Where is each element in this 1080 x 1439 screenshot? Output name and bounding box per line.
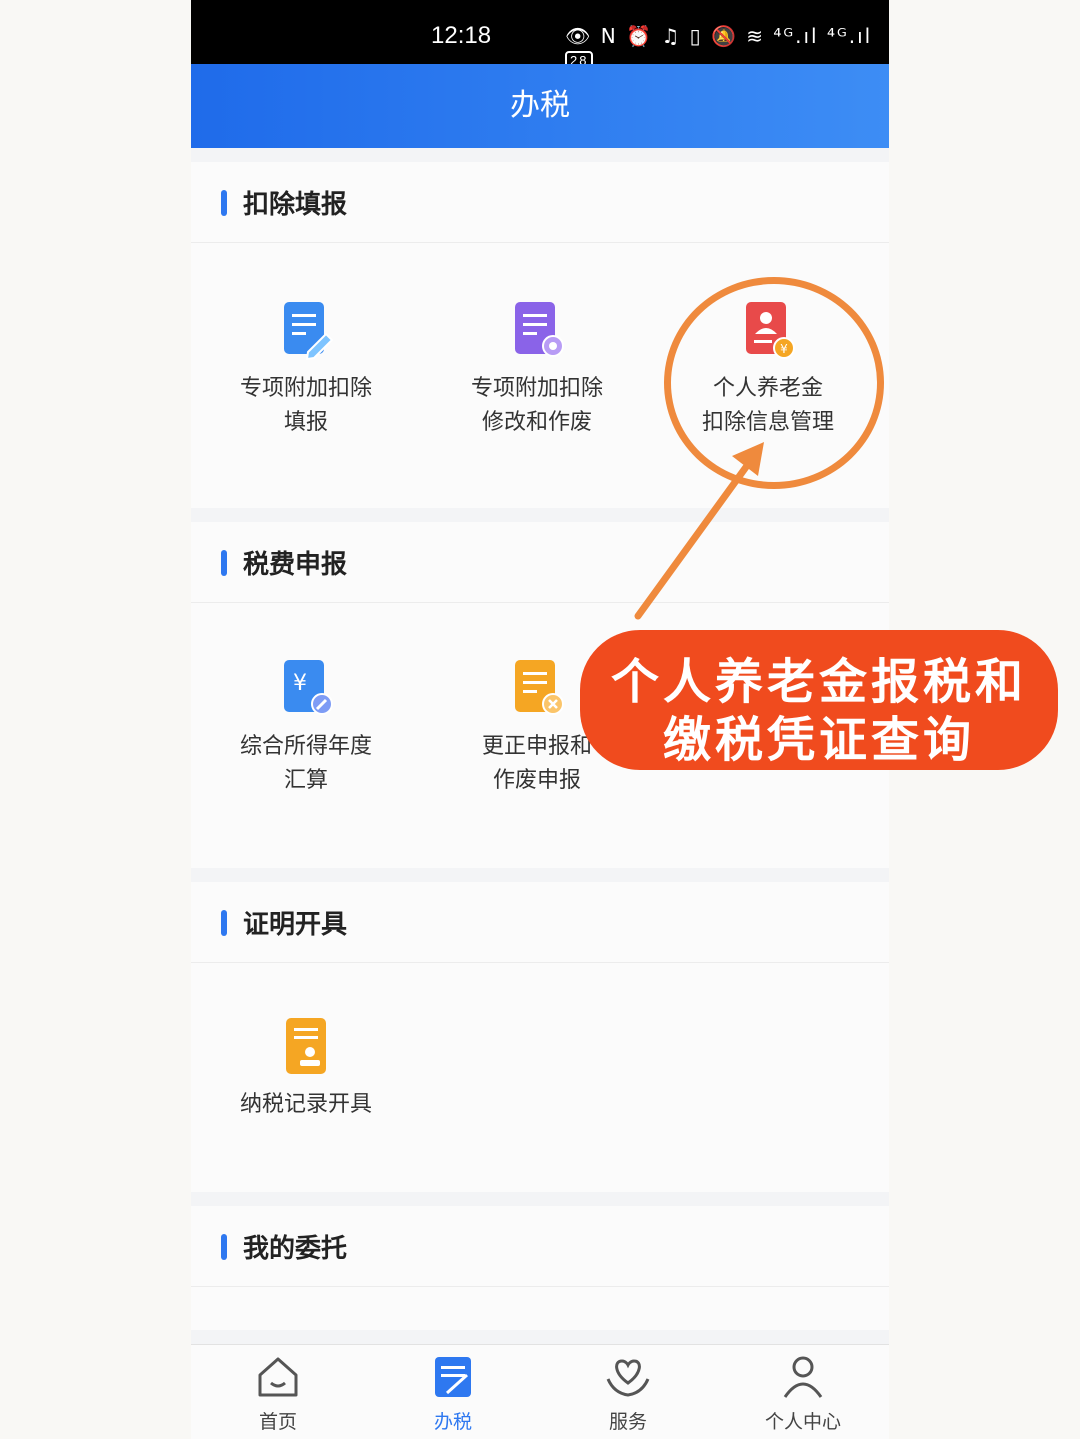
tile-special-deduction-modify[interactable]: 专项附加扣除 修改和作废 (422, 298, 652, 440)
tile-label: 综合所得年度 汇算 (239, 734, 372, 793)
section-header[interactable]: 我的委托 (191, 1206, 889, 1287)
tab-tax[interactable]: 办税 (393, 1353, 513, 1434)
tile-label: 专项附加扣除 填报 (239, 376, 372, 435)
section-accent-bar (221, 550, 227, 576)
tab-home[interactable]: 首页 (218, 1353, 338, 1434)
tab-service[interactable]: 服务 (568, 1353, 688, 1434)
home-icon (258, 1357, 298, 1397)
certificate-icon (276, 1014, 336, 1078)
section-accent-bar (221, 910, 227, 936)
section-certificate: 证明开具 纳税记录开具 (191, 882, 889, 1192)
tab-label: 首页 (258, 1411, 297, 1433)
section-title: 我的委托 (243, 1234, 348, 1264)
bottom-tab-bar: 首页 办税 服务 个人中心 (191, 1344, 889, 1439)
user-icon (783, 1356, 823, 1398)
tax-doc-icon (435, 1357, 471, 1397)
tile-label: 专项附加扣除 修改和作废 (470, 376, 603, 435)
tab-profile[interactable]: 个人中心 (743, 1353, 863, 1434)
tab-label: 服务 (608, 1411, 647, 1433)
document-gear-icon (507, 298, 567, 362)
document-cancel-icon (507, 656, 567, 720)
heart-hands-icon (606, 1359, 650, 1397)
section-title: 税费申报 (243, 550, 348, 580)
tab-label: 个人中心 (764, 1411, 841, 1433)
section-header: 扣除填报 (191, 162, 889, 243)
tab-label: 办税 (433, 1411, 472, 1433)
status-time: 12:18 (431, 22, 492, 49)
tile-special-deduction-fill[interactable]: 专项附加扣除 填报 (191, 298, 421, 440)
page-title: 办税 (191, 64, 889, 148)
status-bar: 12:18 👁 N ⏰ ♫ ▯ 🔕 ≋ ⁴ᴳ.ıl ⁴ᴳ.ıl 28 (191, 0, 889, 71)
section-accent-bar (221, 190, 227, 216)
callout-line-2: 缴税凭证查询 (662, 712, 975, 768)
tile-label: 纳税记录开具 (239, 1092, 372, 1117)
tile-tax-record[interactable]: 纳税记录开具 (191, 1014, 421, 1122)
tile-annual-settlement[interactable]: ¥ 综合所得年度 汇算 (191, 656, 421, 798)
annotation-arrow (634, 442, 764, 620)
section-title: 证明开具 (243, 910, 348, 940)
document-edit-icon (276, 298, 336, 362)
status-icon-row: 👁 N ⏰ ♫ ▯ 🔕 ≋ ⁴ᴳ.ıl ⁴ᴳ.ıl (565, 24, 873, 48)
section-title: 扣除填报 (243, 190, 348, 220)
section-header: 税费申报 (191, 522, 889, 603)
section-delegation: 我的委托 (191, 1206, 889, 1330)
section-header: 证明开具 (191, 882, 889, 963)
yuan-document-icon: ¥ (276, 656, 336, 720)
annotation-callout: 个人养老金报税和 缴税凭证查询 (580, 630, 1058, 770)
svg-text:¥: ¥ (293, 671, 307, 696)
section-accent-bar (221, 1234, 227, 1260)
